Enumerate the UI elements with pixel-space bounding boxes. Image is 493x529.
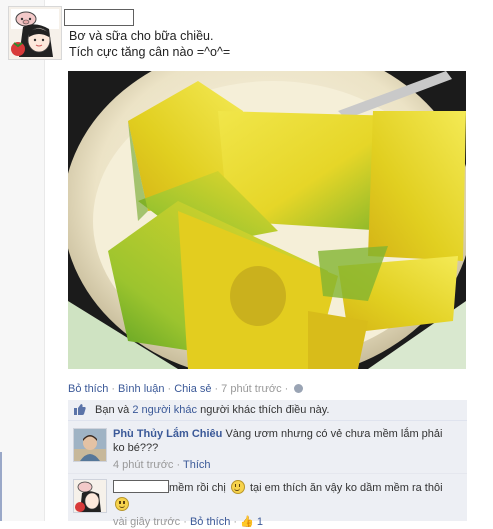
post-actions: Bỏ thích · Bình luận · Chia sẻ · 7 phút trước · xyxy=(68,383,304,395)
separator: · xyxy=(167,383,172,395)
comment-item: mềm rồi chị tại em thích ăn vậy ko dầm m… xyxy=(68,474,467,528)
thumbs-up-icon xyxy=(74,404,86,415)
separator: · xyxy=(284,383,289,395)
unlike-link[interactable]: Bỏ thích xyxy=(68,383,108,395)
globe-icon[interactable] xyxy=(294,384,304,393)
separator: · xyxy=(214,383,219,395)
comment-body: Phù Thủy Lắm Chiêu Vàng ươm nhưng có vẻ … xyxy=(113,427,453,472)
comment-body: mềm rồi chị tại em thích ăn vậy ko dầm m… xyxy=(113,480,458,529)
comment-link[interactable]: Bình luận xyxy=(118,383,164,395)
comment-text-part-2: tại em thích ăn vậy ko dầm mềm ra thôi xyxy=(246,482,443,494)
comment-author-link[interactable]: Phù Thủy Lắm Chiêu xyxy=(113,428,222,440)
likes-summary: Bạn và 2 người khác người khác thích điề… xyxy=(68,400,467,421)
commenter-name-redacted xyxy=(113,480,169,493)
separator: · xyxy=(233,516,238,528)
comment-unlike-link[interactable]: Bỏ thích xyxy=(190,516,230,528)
likes-suffix: người khác thích điều này. xyxy=(197,404,330,416)
smiley-icon xyxy=(230,480,245,494)
poster-avatar-image xyxy=(9,7,61,59)
comment-timestamp[interactable]: 4 phút trước xyxy=(113,459,173,471)
smiley-icon xyxy=(115,497,129,511)
separator: · xyxy=(111,383,116,395)
comment-text-part-1: mềm rồi chị xyxy=(169,482,229,494)
status-text-line-2: Tích cực tăng cân nào =^o^= xyxy=(69,45,231,59)
commenter-avatar[interactable] xyxy=(73,428,107,462)
post-photo[interactable] xyxy=(68,71,466,369)
left-rail-marker xyxy=(0,452,2,521)
poster-avatar[interactable] xyxy=(8,6,62,60)
separator: · xyxy=(176,459,181,471)
avocado-photo-image xyxy=(68,71,466,369)
status-text-line-1: Bơ và sữa cho bữa chiều. xyxy=(69,29,214,43)
commenter-avatar-image xyxy=(74,480,106,512)
likes-others-link[interactable]: 2 người khác xyxy=(132,404,197,416)
comment-item: Phù Thủy Lắm Chiêu Vàng ươm nhưng có vẻ … xyxy=(68,421,467,474)
separator: · xyxy=(183,516,187,528)
poster-name-redacted xyxy=(64,9,134,26)
comment-emoji-row xyxy=(113,497,458,512)
commenter-avatar-image xyxy=(74,429,106,461)
post-timestamp[interactable]: 7 phút trước xyxy=(221,383,281,395)
comment-like-link[interactable]: Thích xyxy=(183,459,211,471)
thumbs-up-icon[interactable]: 👍 xyxy=(240,516,254,528)
commenter-avatar[interactable] xyxy=(73,479,107,513)
comment-timestamp[interactable]: vài giây trước xyxy=(113,516,180,528)
share-link[interactable]: Chia sẻ xyxy=(174,383,211,395)
left-rail xyxy=(0,0,45,521)
comment-like-count[interactable]: 1 xyxy=(257,516,263,528)
comment-meta: vài giây trước · Bỏ thích · 👍 1 xyxy=(113,515,458,529)
likes-prefix: Bạn và xyxy=(95,404,133,416)
comment-meta: 4 phút trước · Thích xyxy=(113,458,453,472)
